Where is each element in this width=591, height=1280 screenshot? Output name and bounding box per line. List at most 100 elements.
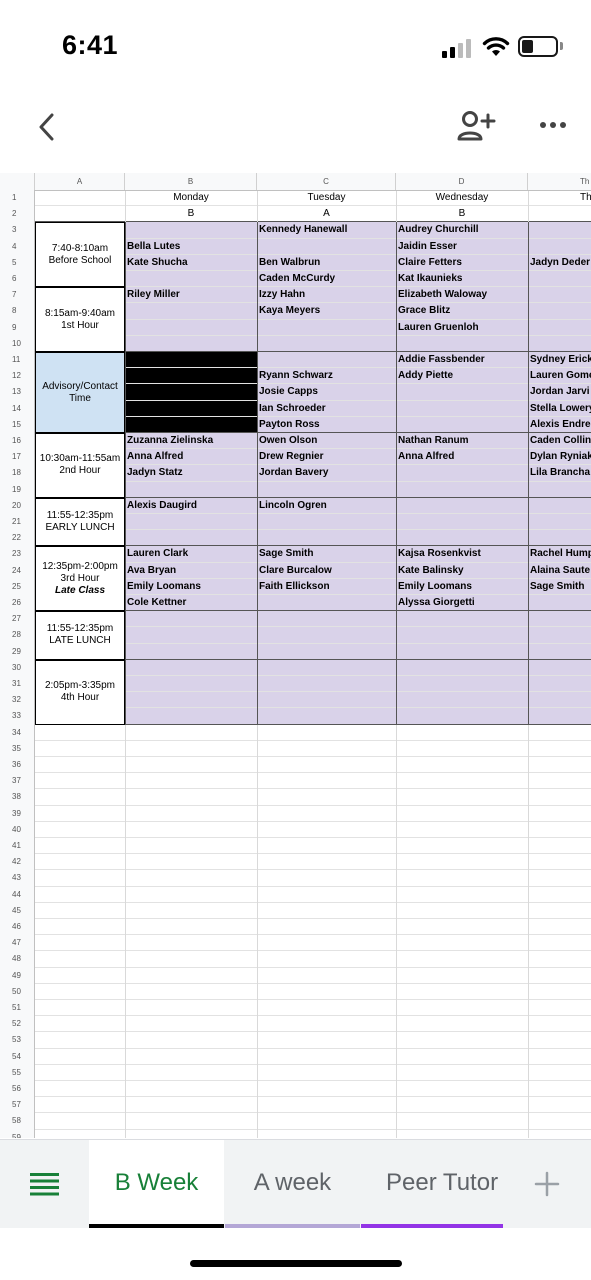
student-name[interactable]: Anna Alfred [396, 449, 530, 465]
column-header-b[interactable]: B [125, 173, 257, 190]
column-header-e[interactable]: Th [528, 173, 591, 190]
day-header[interactable]: Th [528, 190, 591, 206]
row-number[interactable]: 6 [0, 271, 35, 287]
day-header[interactable]: Tuesday [257, 190, 396, 206]
row-number[interactable]: 35 [0, 741, 35, 757]
row-number[interactable]: 51 [0, 1000, 35, 1016]
student-name[interactable]: Lauren Gruenloh [396, 320, 530, 336]
student-name[interactable]: Lauren Gome [528, 368, 591, 384]
student-name[interactable]: Drew Regnier [257, 449, 398, 465]
row-number[interactable]: 9 [0, 320, 35, 336]
row-number[interactable]: 26 [0, 595, 35, 611]
student-name[interactable]: Owen Olson [257, 433, 398, 449]
student-name[interactable]: Sage Smith [528, 579, 591, 595]
student-name[interactable]: Alyssa Giorgetti [396, 595, 530, 611]
corner-cell[interactable] [0, 173, 35, 190]
student-name[interactable]: Alexis Endre [528, 417, 591, 433]
row-number[interactable]: 33 [0, 708, 35, 724]
row-number[interactable]: 18 [0, 465, 35, 481]
row-number[interactable]: 28 [0, 627, 35, 643]
row-number[interactable]: 15 [0, 417, 35, 433]
student-name[interactable]: Ryann Schwarz [257, 368, 398, 384]
student-name[interactable]: Josie Capps [257, 384, 398, 400]
row-number[interactable]: 27 [0, 611, 35, 627]
row-number[interactable]: 48 [0, 951, 35, 967]
student-name[interactable]: Kaya Meyers [257, 303, 398, 319]
student-name[interactable]: Alaina Saute [528, 563, 591, 579]
time-slot[interactable]: Advisory/Contact Time [35, 352, 125, 433]
row-number[interactable]: 58 [0, 1113, 35, 1129]
row-number[interactable]: 3 [0, 222, 35, 238]
row-number[interactable]: 57 [0, 1097, 35, 1113]
day-header[interactable]: Wednesday [396, 190, 528, 206]
tab-peer-tutor[interactable]: Peer Tutor [361, 1140, 503, 1228]
student-name[interactable]: Emily Loomans [396, 579, 530, 595]
student-name[interactable]: Rachel Hump [528, 546, 591, 562]
list-icon[interactable] [30, 1172, 60, 1196]
student-name[interactable]: Bella Lutes [125, 239, 259, 255]
row-number[interactable]: 44 [0, 887, 35, 903]
student-name[interactable]: Lila Brancha [528, 465, 591, 481]
plus-icon[interactable] [534, 1171, 560, 1197]
student-name[interactable]: Kate Balinsky [396, 563, 530, 579]
row-number[interactable]: 13 [0, 384, 35, 400]
student-name[interactable]: Kate Shucha [125, 255, 259, 271]
student-name[interactable]: Audrey Churchill [396, 222, 530, 238]
student-name[interactable]: Sage Smith [257, 546, 398, 562]
row-number[interactable]: 41 [0, 838, 35, 854]
student-name[interactable]: Caden McCurdy [257, 271, 398, 287]
row-number[interactable]: 54 [0, 1049, 35, 1065]
tab-b-week[interactable]: B Week [89, 1140, 224, 1228]
student-name[interactable]: Kennedy Hanewall [257, 222, 398, 238]
row-number[interactable]: 56 [0, 1081, 35, 1097]
student-name[interactable]: Emily Loomans [125, 579, 259, 595]
row-number[interactable]: 40 [0, 822, 35, 838]
student-name[interactable]: Faith Ellickson [257, 579, 398, 595]
row-number[interactable]: 25 [0, 579, 35, 595]
row-number[interactable]: 32 [0, 692, 35, 708]
row-number[interactable]: 12 [0, 368, 35, 384]
row-number[interactable]: 31 [0, 676, 35, 692]
student-name[interactable]: Riley Miller [125, 287, 259, 303]
row-number[interactable]: 17 [0, 449, 35, 465]
row-number[interactable]: 23 [0, 546, 35, 562]
student-name[interactable]: Payton Ross [257, 417, 398, 433]
student-name[interactable]: Nathan Ranum [396, 433, 530, 449]
row-number[interactable]: 2 [0, 206, 35, 222]
more-dots-icon[interactable] [539, 121, 567, 129]
time-slot[interactable]: 10:30am-11:55am 2nd Hour [35, 433, 125, 498]
time-slot[interactable]: 8:15am-9:40am 1st Hour [35, 287, 125, 352]
student-name[interactable]: Addie Fassbender [396, 352, 530, 368]
day-header[interactable]: Monday [125, 190, 257, 206]
column-header-c[interactable]: C [257, 173, 396, 190]
row-number[interactable]: 29 [0, 644, 35, 660]
time-slot[interactable]: 11:55-12:35pm EARLY LUNCH [35, 497, 125, 547]
student-name[interactable]: Dylan Ryniak [528, 449, 591, 465]
row-number[interactable]: 21 [0, 514, 35, 530]
row-number[interactable]: 34 [0, 725, 35, 741]
row-number[interactable]: 22 [0, 530, 35, 546]
chevron-left-icon[interactable] [36, 112, 58, 142]
student-name[interactable]: Jadyn Deder [528, 255, 591, 271]
row-number[interactable]: 45 [0, 903, 35, 919]
add-person-icon[interactable] [457, 110, 497, 142]
student-name[interactable]: Grace Blitz [396, 303, 530, 319]
row-number[interactable]: 5 [0, 255, 35, 271]
row-number[interactable]: 52 [0, 1016, 35, 1032]
row-number[interactable]: 30 [0, 660, 35, 676]
row-number[interactable]: 16 [0, 433, 35, 449]
student-name[interactable]: Lincoln Ogren [257, 498, 398, 514]
student-name[interactable]: Ian Schroeder [257, 401, 398, 417]
row-number[interactable]: 53 [0, 1032, 35, 1048]
spreadsheet-grid[interactable]: A B C D Th 1 2 3 4 5 6 7 8 9 10 11 12 13 14 15 16 17 18 19 20 21 2… [0, 173, 591, 1138]
row-number[interactable]: 49 [0, 968, 35, 984]
student-name[interactable]: Zuzanna Zielinska [125, 433, 259, 449]
student-name[interactable]: Jaidin Esser [396, 239, 530, 255]
student-name[interactable]: Kajsa Rosenkvist [396, 546, 530, 562]
student-name[interactable]: Kat Ikaunieks [396, 271, 530, 287]
student-name[interactable]: Lauren Clark [125, 546, 259, 562]
week-letter[interactable]: B [396, 206, 528, 222]
row-number[interactable]: 59 [0, 1130, 35, 1138]
row-number[interactable]: 38 [0, 789, 35, 805]
row-number[interactable]: 20 [0, 498, 35, 514]
